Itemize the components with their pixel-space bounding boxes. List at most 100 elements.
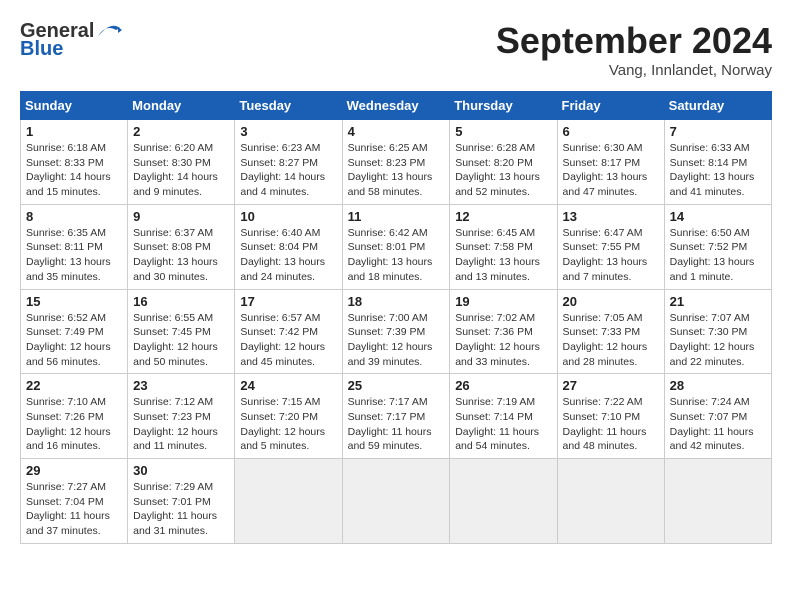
logo: General Blue <box>20 20 122 61</box>
day-number: 25 <box>348 378 445 393</box>
day-number: 15 <box>26 294 122 309</box>
day-info: Sunrise: 7:02 AM Sunset: 7:36 PM Dayligh… <box>455 311 551 370</box>
calendar-cell: 8 Sunrise: 6:35 AM Sunset: 8:11 PM Dayli… <box>21 204 128 289</box>
calendar-cell: 26 Sunrise: 7:19 AM Sunset: 7:14 PM Dayl… <box>450 374 557 459</box>
day-info: Sunrise: 7:07 AM Sunset: 7:30 PM Dayligh… <box>670 311 766 370</box>
calendar-cell: 11 Sunrise: 6:42 AM Sunset: 8:01 PM Dayl… <box>342 204 450 289</box>
calendar-cell <box>664 459 771 544</box>
day-info: Sunrise: 6:25 AM Sunset: 8:23 PM Dayligh… <box>348 141 445 200</box>
col-header-friday: Friday <box>557 92 664 120</box>
day-info: Sunrise: 6:40 AM Sunset: 8:04 PM Dayligh… <box>240 226 336 285</box>
day-number: 18 <box>348 294 445 309</box>
week-row: 1 Sunrise: 6:18 AM Sunset: 8:33 PM Dayli… <box>21 120 772 205</box>
day-number: 21 <box>670 294 766 309</box>
calendar-cell: 18 Sunrise: 7:00 AM Sunset: 7:39 PM Dayl… <box>342 289 450 374</box>
day-number: 19 <box>455 294 551 309</box>
col-header-saturday: Saturday <box>664 92 771 120</box>
calendar-cell: 23 Sunrise: 7:12 AM Sunset: 7:23 PM Dayl… <box>128 374 235 459</box>
day-number: 17 <box>240 294 336 309</box>
calendar-cell: 7 Sunrise: 6:33 AM Sunset: 8:14 PM Dayli… <box>664 120 771 205</box>
week-row: 8 Sunrise: 6:35 AM Sunset: 8:11 PM Dayli… <box>21 204 772 289</box>
day-number: 6 <box>563 124 659 139</box>
day-info: Sunrise: 6:20 AM Sunset: 8:30 PM Dayligh… <box>133 141 229 200</box>
day-number: 24 <box>240 378 336 393</box>
day-number: 3 <box>240 124 336 139</box>
header-row: SundayMondayTuesdayWednesdayThursdayFrid… <box>21 92 772 120</box>
col-header-monday: Monday <box>128 92 235 120</box>
calendar-cell: 28 Sunrise: 7:24 AM Sunset: 7:07 PM Dayl… <box>664 374 771 459</box>
page-header: General Blue September 2024 Vang, Innlan… <box>20 20 772 79</box>
day-number: 12 <box>455 209 551 224</box>
calendar-cell: 21 Sunrise: 7:07 AM Sunset: 7:30 PM Dayl… <box>664 289 771 374</box>
day-number: 29 <box>26 463 122 478</box>
day-number: 30 <box>133 463 229 478</box>
calendar-cell: 3 Sunrise: 6:23 AM Sunset: 8:27 PM Dayli… <box>235 120 342 205</box>
day-number: 11 <box>348 209 445 224</box>
day-number: 13 <box>563 209 659 224</box>
calendar-cell <box>342 459 450 544</box>
day-info: Sunrise: 7:22 AM Sunset: 7:10 PM Dayligh… <box>563 395 659 454</box>
logo-blue: Blue <box>20 38 63 60</box>
calendar-cell: 14 Sunrise: 6:50 AM Sunset: 7:52 PM Dayl… <box>664 204 771 289</box>
calendar-cell: 4 Sunrise: 6:25 AM Sunset: 8:23 PM Dayli… <box>342 120 450 205</box>
calendar-cell: 12 Sunrise: 6:45 AM Sunset: 7:58 PM Dayl… <box>450 204 557 289</box>
week-row: 29 Sunrise: 7:27 AM Sunset: 7:04 PM Dayl… <box>21 459 772 544</box>
day-info: Sunrise: 7:00 AM Sunset: 7:39 PM Dayligh… <box>348 311 445 370</box>
day-number: 26 <box>455 378 551 393</box>
calendar-cell <box>450 459 557 544</box>
week-row: 15 Sunrise: 6:52 AM Sunset: 7:49 PM Dayl… <box>21 289 772 374</box>
day-number: 22 <box>26 378 122 393</box>
day-number: 14 <box>670 209 766 224</box>
day-number: 4 <box>348 124 445 139</box>
calendar-cell: 29 Sunrise: 7:27 AM Sunset: 7:04 PM Dayl… <box>21 459 128 544</box>
day-info: Sunrise: 7:29 AM Sunset: 7:01 PM Dayligh… <box>133 480 229 539</box>
day-number: 27 <box>563 378 659 393</box>
day-number: 28 <box>670 378 766 393</box>
day-info: Sunrise: 7:15 AM Sunset: 7:20 PM Dayligh… <box>240 395 336 454</box>
day-info: Sunrise: 6:18 AM Sunset: 8:33 PM Dayligh… <box>26 141 122 200</box>
day-number: 1 <box>26 124 122 139</box>
calendar-cell: 24 Sunrise: 7:15 AM Sunset: 7:20 PM Dayl… <box>235 374 342 459</box>
calendar-cell: 15 Sunrise: 6:52 AM Sunset: 7:49 PM Dayl… <box>21 289 128 374</box>
day-number: 8 <box>26 209 122 224</box>
col-header-thursday: Thursday <box>450 92 557 120</box>
day-info: Sunrise: 6:45 AM Sunset: 7:58 PM Dayligh… <box>455 226 551 285</box>
calendar-cell: 16 Sunrise: 6:55 AM Sunset: 7:45 PM Dayl… <box>128 289 235 374</box>
day-info: Sunrise: 7:05 AM Sunset: 7:33 PM Dayligh… <box>563 311 659 370</box>
calendar-cell: 1 Sunrise: 6:18 AM Sunset: 8:33 PM Dayli… <box>21 120 128 205</box>
day-info: Sunrise: 7:10 AM Sunset: 7:26 PM Dayligh… <box>26 395 122 454</box>
month-title: September 2024 <box>496 20 772 62</box>
day-info: Sunrise: 6:33 AM Sunset: 8:14 PM Dayligh… <box>670 141 766 200</box>
calendar-cell: 25 Sunrise: 7:17 AM Sunset: 7:17 PM Dayl… <box>342 374 450 459</box>
day-number: 5 <box>455 124 551 139</box>
calendar-cell: 27 Sunrise: 7:22 AM Sunset: 7:10 PM Dayl… <box>557 374 664 459</box>
day-number: 9 <box>133 209 229 224</box>
logo-bird-icon <box>94 20 122 42</box>
day-info: Sunrise: 7:24 AM Sunset: 7:07 PM Dayligh… <box>670 395 766 454</box>
title-area: September 2024 Vang, Innlandet, Norway <box>496 20 772 79</box>
day-info: Sunrise: 7:19 AM Sunset: 7:14 PM Dayligh… <box>455 395 551 454</box>
calendar-cell: 20 Sunrise: 7:05 AM Sunset: 7:33 PM Dayl… <box>557 289 664 374</box>
calendar-cell: 17 Sunrise: 6:57 AM Sunset: 7:42 PM Dayl… <box>235 289 342 374</box>
location: Vang, Innlandet, Norway <box>496 62 772 79</box>
calendar-cell: 22 Sunrise: 7:10 AM Sunset: 7:26 PM Dayl… <box>21 374 128 459</box>
calendar-cell: 30 Sunrise: 7:29 AM Sunset: 7:01 PM Dayl… <box>128 459 235 544</box>
day-number: 2 <box>133 124 229 139</box>
calendar-cell <box>235 459 342 544</box>
day-info: Sunrise: 6:50 AM Sunset: 7:52 PM Dayligh… <box>670 226 766 285</box>
col-header-tuesday: Tuesday <box>235 92 342 120</box>
calendar-table: SundayMondayTuesdayWednesdayThursdayFrid… <box>20 91 772 544</box>
day-info: Sunrise: 7:27 AM Sunset: 7:04 PM Dayligh… <box>26 480 122 539</box>
calendar-cell: 6 Sunrise: 6:30 AM Sunset: 8:17 PM Dayli… <box>557 120 664 205</box>
col-header-wednesday: Wednesday <box>342 92 450 120</box>
day-info: Sunrise: 6:42 AM Sunset: 8:01 PM Dayligh… <box>348 226 445 285</box>
day-info: Sunrise: 6:28 AM Sunset: 8:20 PM Dayligh… <box>455 141 551 200</box>
col-header-sunday: Sunday <box>21 92 128 120</box>
day-info: Sunrise: 6:37 AM Sunset: 8:08 PM Dayligh… <box>133 226 229 285</box>
calendar-cell: 9 Sunrise: 6:37 AM Sunset: 8:08 PM Dayli… <box>128 204 235 289</box>
day-info: Sunrise: 7:17 AM Sunset: 7:17 PM Dayligh… <box>348 395 445 454</box>
day-info: Sunrise: 7:12 AM Sunset: 7:23 PM Dayligh… <box>133 395 229 454</box>
day-info: Sunrise: 6:35 AM Sunset: 8:11 PM Dayligh… <box>26 226 122 285</box>
week-row: 22 Sunrise: 7:10 AM Sunset: 7:26 PM Dayl… <box>21 374 772 459</box>
day-info: Sunrise: 6:57 AM Sunset: 7:42 PM Dayligh… <box>240 311 336 370</box>
